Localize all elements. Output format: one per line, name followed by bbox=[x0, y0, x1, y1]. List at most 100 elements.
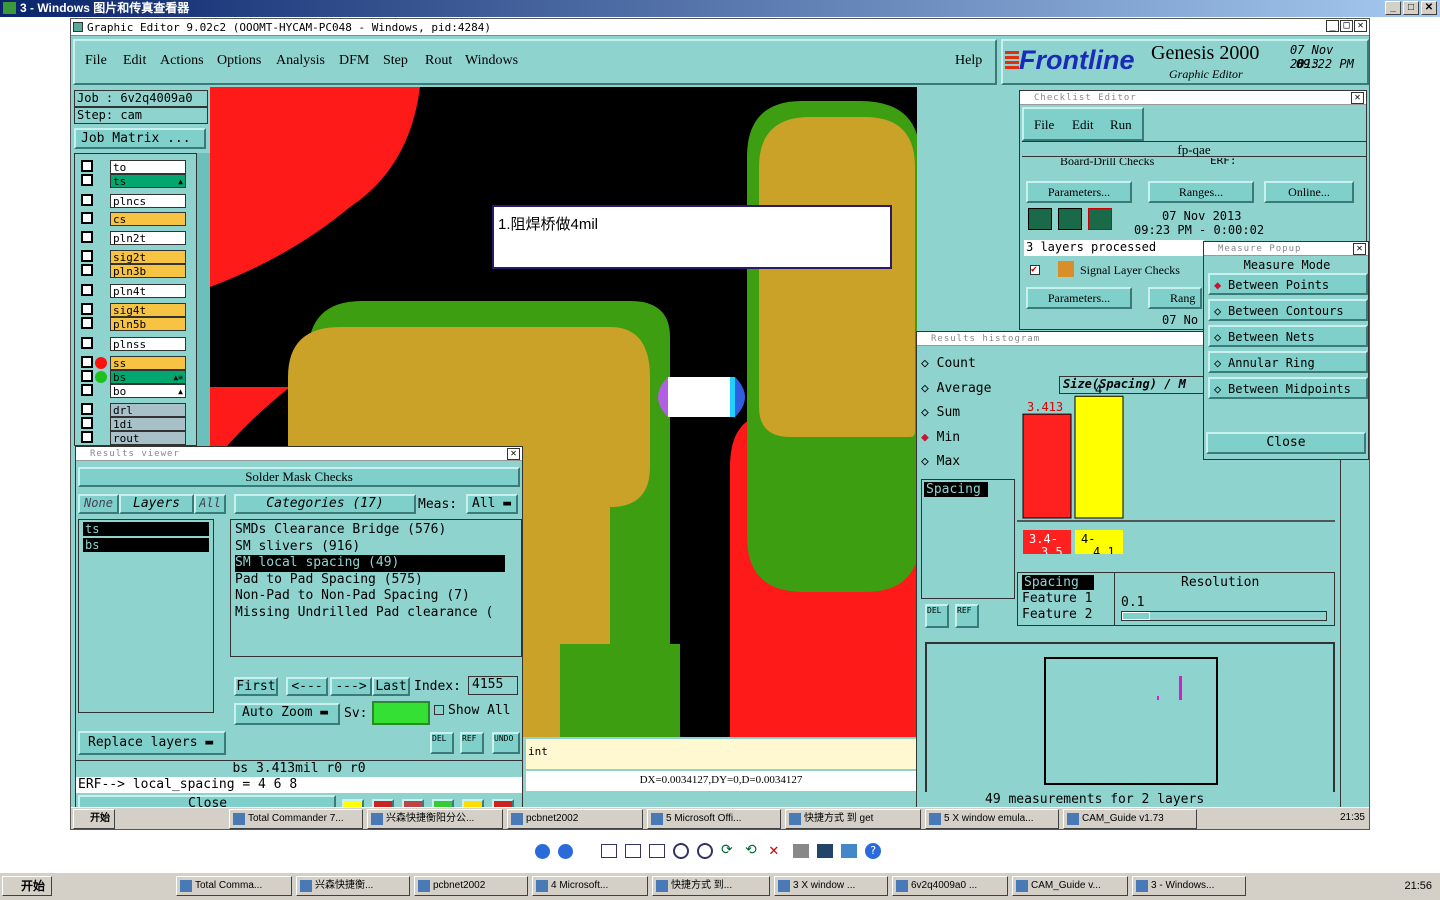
checklist-close-icon[interactable]: ✕ bbox=[1351, 92, 1364, 104]
layer-toggle[interactable] bbox=[81, 417, 93, 429]
layer-toggle[interactable] bbox=[81, 231, 93, 243]
edit-icon[interactable] bbox=[841, 844, 857, 858]
taskbar-item[interactable]: Total Commander 7... bbox=[229, 809, 363, 829]
online-button[interactable]: Online... bbox=[1264, 181, 1354, 203]
close-button[interactable]: ✕ bbox=[1421, 1, 1437, 15]
job-matrix-button[interactable]: Job Matrix ... bbox=[74, 128, 206, 149]
minimap[interactable] bbox=[925, 642, 1335, 802]
mode-between-points[interactable]: ◆ Between Points bbox=[1208, 273, 1368, 295]
run-icon[interactable] bbox=[1088, 208, 1112, 230]
categories-button[interactable]: Categories (17) bbox=[234, 494, 416, 514]
measure-list[interactable]: Spacing bbox=[921, 479, 1015, 599]
option-average[interactable]: ◇ Average bbox=[921, 377, 1001, 402]
option-sum[interactable]: ◇ Sum bbox=[921, 401, 1001, 426]
layer-row-1di[interactable]: 1di bbox=[81, 417, 186, 431]
layers-button[interactable]: Layers bbox=[119, 494, 194, 514]
taskbar-item[interactable]: pcbnet2002 bbox=[414, 876, 528, 896]
layer-toggle[interactable] bbox=[81, 160, 93, 172]
option-count[interactable]: ◇ Count bbox=[921, 352, 1001, 377]
auto-zoom-dropdown[interactable]: Auto Zoom ▬ bbox=[234, 703, 340, 725]
measure-close-button[interactable]: Close bbox=[1206, 432, 1366, 454]
show-all-checkbox[interactable] bbox=[434, 705, 444, 715]
taskbar-item[interactable]: 4 Microsoft... bbox=[532, 876, 648, 896]
histogram-bar[interactable] bbox=[1022, 413, 1072, 519]
layer-toggle[interactable] bbox=[81, 284, 93, 296]
category-list[interactable]: SMDs Clearance Bridge (576) SM slivers (… bbox=[230, 519, 522, 657]
layer-toggle[interactable] bbox=[81, 431, 93, 443]
layer-row-cs[interactable]: cs bbox=[81, 212, 186, 226]
layer-row-rout[interactable]: rout bbox=[81, 431, 186, 445]
delete-icon[interactable]: ✕ bbox=[769, 842, 785, 859]
layer-toggle[interactable] bbox=[81, 174, 93, 186]
layer-row-to[interactable]: to bbox=[81, 160, 186, 174]
next-image-icon[interactable] bbox=[558, 843, 573, 859]
result-layer-bs[interactable]: bs bbox=[83, 538, 209, 552]
help-icon[interactable]: ? bbox=[865, 843, 881, 859]
layer-row-bo[interactable]: bo ▲ bbox=[81, 384, 186, 398]
menu-analysis[interactable]: Analysis bbox=[276, 53, 325, 69]
category-item[interactable]: Non-Pad to Non-Pad Spacing (7) bbox=[235, 588, 505, 605]
measure-list-item[interactable]: Spacing bbox=[924, 482, 988, 497]
hist-del-icon[interactable]: DEL bbox=[925, 604, 949, 628]
taskbar-item[interactable]: 兴森快捷衡阳分公... bbox=[367, 809, 503, 829]
layer-toggle[interactable] bbox=[81, 384, 93, 396]
category-item[interactable]: Pad to Pad Spacing (575) bbox=[235, 572, 505, 589]
ranges-button[interactable]: Ranges... bbox=[1148, 181, 1254, 203]
prev-image-icon[interactable] bbox=[535, 843, 550, 859]
option-min[interactable]: ◆ Min bbox=[921, 426, 1001, 451]
taskbar-item[interactable]: 3 - Windows... bbox=[1132, 876, 1246, 896]
run-icon[interactable] bbox=[1028, 208, 1052, 230]
minimize-button[interactable]: _ bbox=[1385, 1, 1401, 15]
mode-between-nets[interactable]: ◇ Between Nets bbox=[1208, 325, 1368, 347]
prev-button[interactable]: <--- bbox=[286, 677, 328, 696]
layer-row-ss[interactable]: ss bbox=[81, 356, 186, 370]
layer-row-ts[interactable]: ts ▲ bbox=[81, 174, 186, 188]
print-icon[interactable] bbox=[793, 844, 809, 858]
mode-between-midpoints[interactable]: ◇ Between Midpoints bbox=[1208, 377, 1368, 399]
best-fit-icon[interactable] bbox=[601, 844, 617, 858]
save-icon[interactable] bbox=[817, 844, 833, 858]
sv-color-dropdown[interactable] bbox=[372, 701, 430, 725]
layer-row-sig4t[interactable]: sig4t bbox=[81, 303, 186, 317]
layer-toggle[interactable] bbox=[81, 303, 93, 315]
checklist-menu-file[interactable]: File bbox=[1034, 117, 1054, 133]
menu-file[interactable]: File bbox=[85, 53, 107, 69]
rotate-ccw-icon[interactable]: ⟲ bbox=[745, 843, 761, 858]
none-button[interactable]: None bbox=[78, 494, 119, 514]
menu-actions[interactable]: Actions bbox=[160, 53, 204, 69]
taskbar-item[interactable]: Total Comma... bbox=[176, 876, 292, 896]
layer-row-bs[interactable]: bs ▲≡ bbox=[81, 370, 186, 384]
all-button[interactable]: All bbox=[194, 494, 226, 514]
taskbar-item[interactable]: 5 Microsoft Offi... bbox=[647, 809, 781, 829]
next-button[interactable]: ---> bbox=[330, 677, 372, 696]
menu-windows[interactable]: Windows bbox=[465, 53, 518, 69]
histogram-bar[interactable] bbox=[1074, 395, 1124, 519]
zoom-out-icon[interactable] bbox=[697, 843, 713, 859]
menu-rout[interactable]: Rout bbox=[425, 53, 452, 69]
taskbar-item[interactable]: 兴森快捷衡... bbox=[296, 876, 410, 896]
slideshow-icon[interactable] bbox=[649, 844, 665, 858]
inner-start-button[interactable]: 开始 bbox=[73, 809, 115, 829]
layer-row-plncs[interactable]: plncs bbox=[81, 194, 186, 208]
ref-icon[interactable]: REF bbox=[460, 732, 484, 754]
menu-help[interactable]: Help bbox=[955, 53, 982, 69]
signal-check-checkbox[interactable]: ✔ bbox=[1030, 265, 1040, 275]
menu-dfm[interactable]: DFM bbox=[339, 53, 369, 69]
hist-ref-icon[interactable]: REF bbox=[955, 604, 979, 628]
index-input[interactable]: 4155 bbox=[468, 676, 518, 695]
category-item[interactable]: SM slivers (916) bbox=[235, 539, 505, 556]
layer-toggle[interactable] bbox=[81, 337, 93, 349]
layer-results-list[interactable]: ts bs bbox=[78, 519, 214, 713]
parameters-button-2[interactable]: Parameters... bbox=[1026, 287, 1132, 309]
result-layer-ts[interactable]: ts bbox=[83, 522, 209, 536]
layer-row-pln2t[interactable]: pln2t bbox=[81, 231, 186, 245]
taskbar-item[interactable]: 5 X window emula... bbox=[925, 809, 1059, 829]
category-item[interactable]: SMDs Clearance Bridge (576) bbox=[235, 522, 505, 539]
taskbar-item[interactable]: 快捷方式 到 get bbox=[785, 809, 921, 829]
category-item[interactable]: Missing Undrilled Pad clearance ( bbox=[235, 605, 505, 622]
menu-options[interactable]: Options bbox=[217, 53, 261, 69]
taskbar-item[interactable]: CAM_Guide v... bbox=[1012, 876, 1128, 896]
checklist-menu-edit[interactable]: Edit bbox=[1072, 117, 1094, 133]
last-button[interactable]: Last bbox=[372, 677, 410, 696]
maximize-button[interactable]: □ bbox=[1403, 1, 1419, 15]
